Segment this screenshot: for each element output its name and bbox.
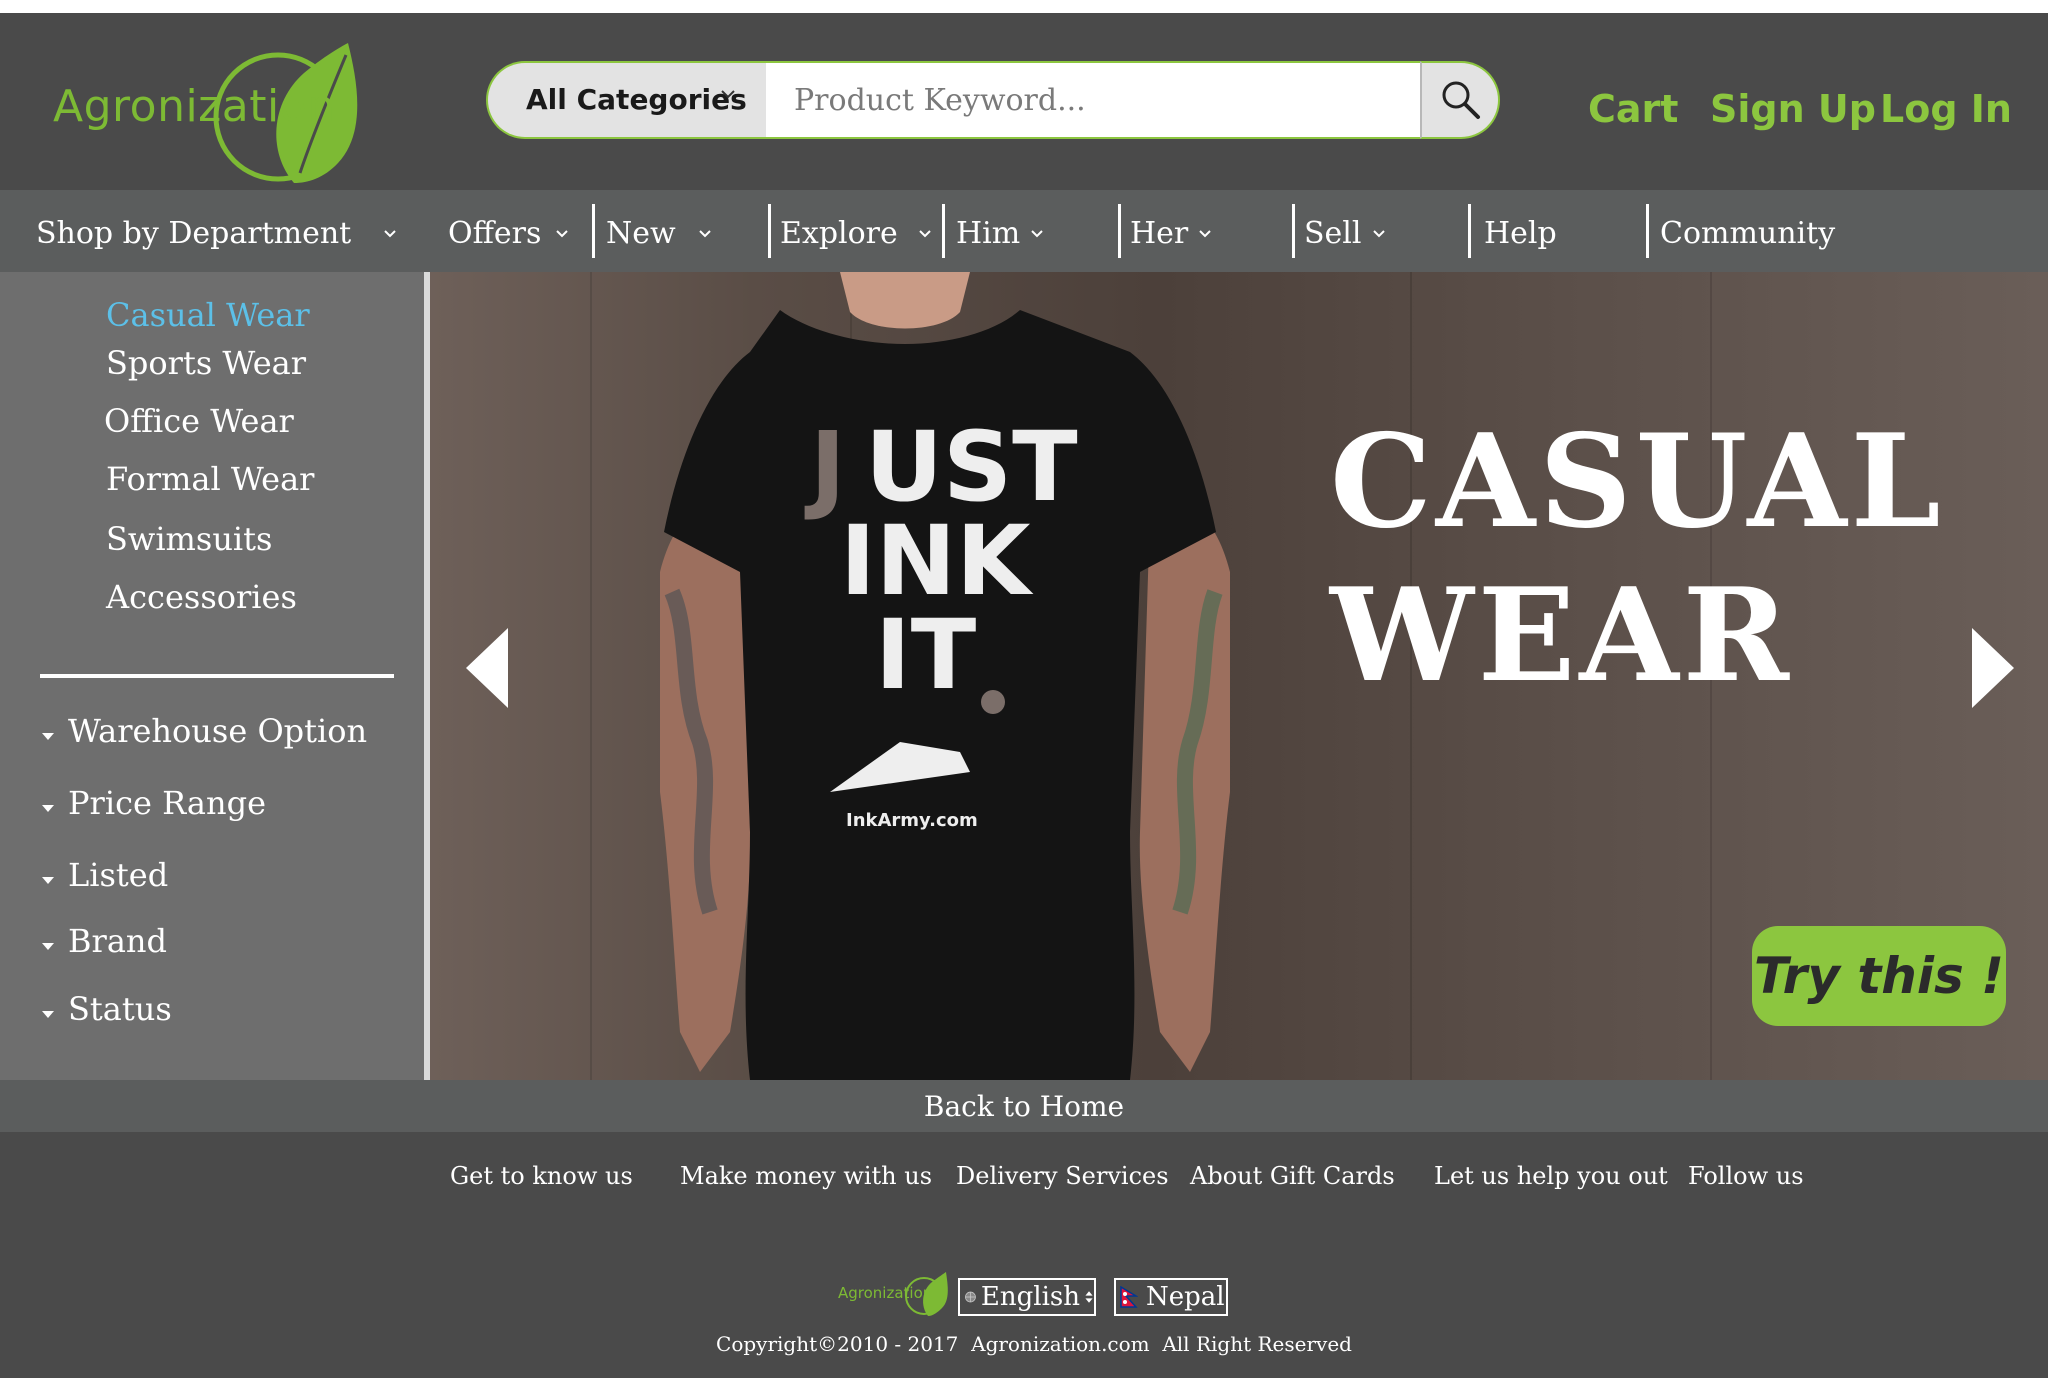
filter-label: Status [68, 990, 172, 1028]
nav-divider [942, 204, 945, 258]
nav-divider [1118, 204, 1121, 258]
chevron-down-icon [1199, 229, 1211, 237]
nav-item-help[interactable]: Help [1484, 216, 1557, 251]
nav-item-her[interactable]: Her [1130, 216, 1212, 251]
filter-brand[interactable]: Brand [42, 922, 167, 960]
nav-item-label: Community [1660, 216, 1836, 251]
nav-item-label: New [606, 216, 676, 251]
back-to-home-bar[interactable]: Back to Home [0, 1080, 2048, 1132]
try-this-button[interactable]: Try this ! [1752, 926, 2006, 1026]
filter-label: Price Range [68, 784, 267, 822]
nav-item-label: Explore [780, 216, 898, 251]
footer-link-get-to-know-us[interactable]: Get to know us [450, 1162, 633, 1190]
nav-divider [1468, 204, 1471, 258]
caret-down-icon [42, 732, 54, 740]
carousel-prev-arrow-icon[interactable] [466, 628, 508, 708]
chevron-down-icon [1031, 229, 1043, 237]
globe-icon [965, 1291, 976, 1303]
nav-item-label: Her [1130, 216, 1189, 251]
carousel-next-arrow-icon[interactable] [1972, 628, 2014, 708]
top-header: Agronization All Categories Cart Sign Up… [0, 13, 2048, 190]
banner-title-line-2: WEAR [1330, 561, 1793, 711]
search-input[interactable] [766, 61, 1420, 139]
language-label: English [980, 1282, 1080, 1312]
svg-text:IT: IT [875, 599, 976, 711]
logo-wordmark: Agronization [53, 81, 336, 132]
chevron-down-icon [721, 90, 735, 99]
nav-item-him[interactable]: Him [956, 216, 1044, 251]
wood-plank-line [590, 272, 592, 1080]
back-to-home-link[interactable]: Back to Home [0, 1090, 2048, 1123]
filter-price-range[interactable]: Price Range [42, 784, 266, 822]
caret-down-icon [42, 804, 54, 812]
sidebar-item-casual-wear[interactable]: Casual Wear [106, 296, 310, 334]
nav-item-label: Offers [448, 216, 542, 251]
category-select[interactable]: All Categories [486, 61, 766, 139]
sidebar-item-formal-wear[interactable]: Formal Wear [106, 460, 314, 498]
copyright-text: Copyright©2010 - 2017 Agronization.com A… [716, 1332, 1352, 1356]
filter-listed[interactable]: Listed [42, 856, 168, 894]
filter-label: Brand [68, 922, 167, 960]
nav-item-sell[interactable]: Sell [1304, 216, 1386, 251]
chevron-down-icon [384, 229, 396, 237]
site-logo[interactable]: Agronization [48, 33, 398, 183]
site-footer: Get to know us Make money with us Delive… [0, 1132, 2048, 1378]
nav-item-explore[interactable]: Explore [780, 216, 932, 251]
nav-divider [592, 204, 595, 258]
footer-logo-wordmark: Agronization [838, 1284, 933, 1302]
sidebar-item-swimsuits[interactable]: Swimsuits [106, 520, 272, 558]
svg-text:InkArmy.com: InkArmy.com [846, 810, 978, 831]
up-down-arrows-icon [1085, 1291, 1093, 1303]
country-select[interactable]: Nepal [1114, 1278, 1228, 1316]
caret-down-icon [42, 1010, 54, 1018]
hero-banner: J UST INK IT InkArmy.com CASUAL WEAR Try… [430, 272, 2048, 1080]
nepal-flag-icon [1120, 1286, 1138, 1308]
cart-link[interactable]: Cart [1588, 87, 1678, 131]
nav-divider [1292, 204, 1295, 258]
country-label: Nepal [1146, 1282, 1225, 1312]
footer-link-make-money[interactable]: Make money with us [680, 1162, 932, 1190]
nav-divider [1646, 204, 1649, 258]
category-sidebar: Casual Wear Sports Wear Office Wear Form… [0, 272, 424, 1080]
caret-down-icon [42, 942, 54, 950]
filter-label: Warehouse Option [68, 712, 368, 750]
language-select[interactable]: English [958, 1278, 1096, 1316]
log-in-link[interactable]: Log In [1880, 87, 2012, 131]
nav-item-new[interactable]: New [606, 216, 712, 251]
category-select-label: All Categories [526, 83, 747, 116]
main-nav: Shop by Department Offers New Explore Hi… [0, 190, 2048, 272]
nav-item-offers[interactable]: Offers [448, 216, 569, 251]
footer-logo: Agronization [838, 1268, 952, 1318]
chevron-down-icon [698, 229, 711, 237]
footer-link-help[interactable]: Let us help you out [1434, 1162, 1668, 1190]
caret-down-icon [42, 876, 54, 884]
chevron-down-icon [556, 229, 569, 237]
search-icon [1442, 81, 1480, 119]
footer-link-follow-us[interactable]: Follow us [1688, 1162, 1804, 1190]
model-photo: J UST INK IT InkArmy.com [660, 272, 1230, 1080]
sidebar-divider [40, 674, 394, 678]
nav-item-label: Help [1484, 216, 1557, 251]
chevron-down-icon [919, 229, 931, 237]
search-bar: All Categories [486, 61, 1516, 143]
banner-title-line-1: CASUAL [1330, 407, 1945, 557]
sidebar-item-accessories[interactable]: Accessories [106, 578, 297, 616]
nav-item-label: Him [956, 216, 1021, 251]
filter-status[interactable]: Status [42, 990, 172, 1028]
sidebar-item-sports-wear[interactable]: Sports Wear [106, 344, 306, 382]
footer-link-about-gift-cards[interactable]: About Gift Cards [1190, 1162, 1395, 1190]
nav-item-community[interactable]: Community [1660, 216, 1835, 251]
search-button[interactable] [1420, 61, 1500, 139]
nav-item-label: Sell [1304, 216, 1362, 251]
filter-warehouse-option[interactable]: Warehouse Option [42, 712, 367, 750]
filter-label: Listed [68, 856, 169, 894]
sidebar-item-office-wear[interactable]: Office Wear [104, 402, 294, 440]
nav-item-label: Shop by Department [36, 216, 352, 251]
nav-item-shop-by-department[interactable]: Shop by Department [36, 216, 397, 251]
chevron-down-icon [1372, 229, 1385, 237]
nav-divider [768, 204, 771, 258]
sign-up-link[interactable]: Sign Up [1710, 87, 1876, 131]
footer-link-delivery-services[interactable]: Delivery Services [956, 1162, 1169, 1190]
